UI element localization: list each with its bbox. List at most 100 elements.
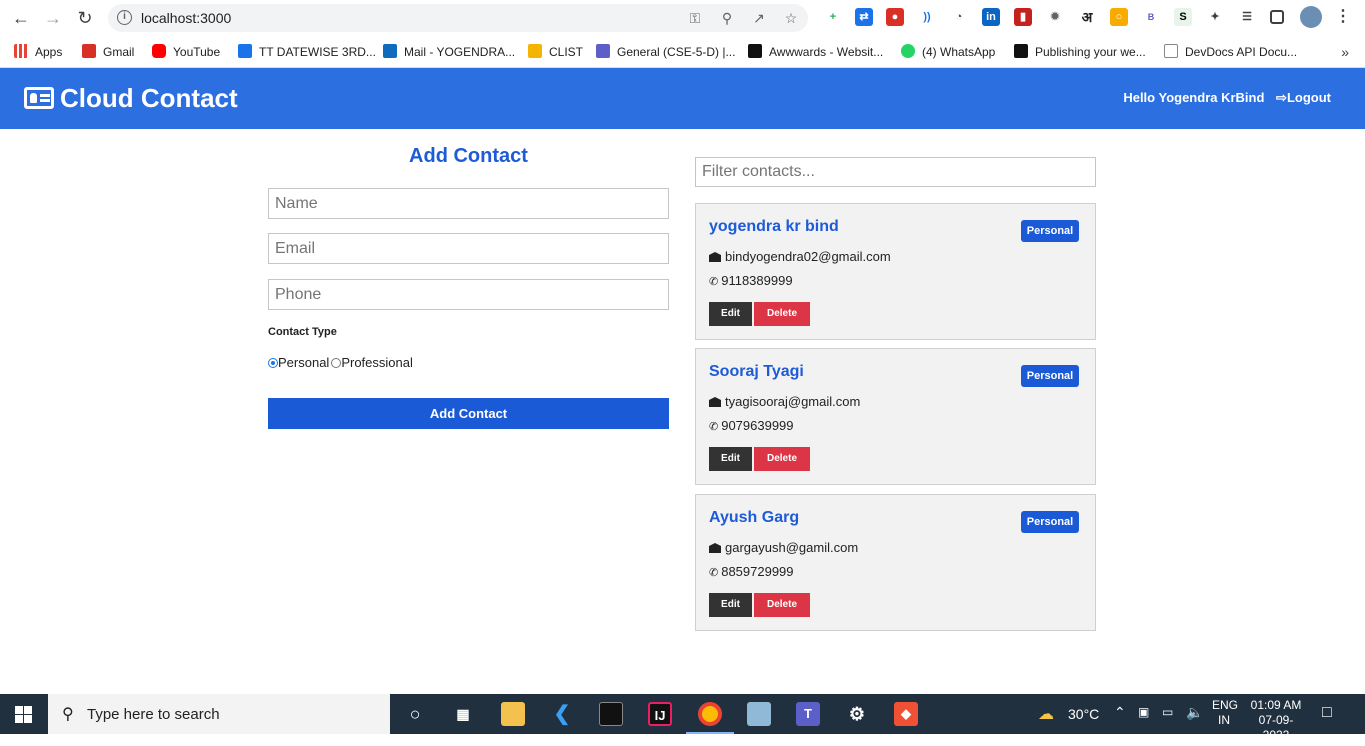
cortana-icon[interactable]: ○ xyxy=(403,702,427,726)
add-contact-button[interactable]: Add Contact xyxy=(268,398,669,429)
notepad-icon[interactable] xyxy=(747,702,771,726)
radio-professional[interactable] xyxy=(331,358,342,368)
contact-name: Ayush Garg xyxy=(709,509,800,526)
tray-chevron-icon[interactable]: ⌃ xyxy=(1114,704,1126,744)
email-input[interactable]: Email xyxy=(268,233,669,264)
envelope-icon xyxy=(709,397,721,407)
weather-icon[interactable]: ☁ xyxy=(1038,704,1054,744)
envelope-icon xyxy=(709,543,721,553)
key-icon[interactable]: ⚿ xyxy=(686,10,704,26)
extension-red-icon[interactable]: ● xyxy=(886,8,904,26)
network-icon[interactable]: ▣ xyxy=(1138,705,1149,745)
bookmark-publishing[interactable]: Publishing your we... xyxy=(1014,42,1146,62)
name-input[interactable]: Name xyxy=(268,188,669,219)
contact-type-badge: Personal xyxy=(1021,365,1079,387)
extensions-puzzle-icon[interactable]: ✦ xyxy=(1206,8,1224,26)
delete-button[interactable]: Delete xyxy=(754,302,810,326)
phone-icon: ✆ xyxy=(709,421,719,433)
intellij-icon[interactable]: IJ xyxy=(648,702,672,726)
bookmark-tt-datewise[interactable]: TT DATEWISE 3RD... xyxy=(238,42,376,62)
extension-linkedin-icon[interactable]: in xyxy=(982,8,1000,26)
filter-contacts-input[interactable]: Filter contacts... xyxy=(695,157,1096,187)
awwwards-icon xyxy=(748,44,762,58)
reload-icon[interactable]: ↻ xyxy=(75,8,95,28)
extension-plus-icon[interactable]: + xyxy=(824,8,842,26)
forward-arrow-icon[interactable]: → xyxy=(43,8,63,28)
bookmark-youtube[interactable]: YouTube xyxy=(152,42,220,62)
share-icon[interactable]: ↗ xyxy=(750,10,768,26)
taskbar-search[interactable]: ⚲ Type here to search xyxy=(48,694,390,734)
bookmarks-overflow-icon[interactable]: » xyxy=(1341,44,1349,60)
contact-type-badge: Personal xyxy=(1021,511,1079,533)
bookmark-apps[interactable]: Apps xyxy=(14,42,62,62)
side-panel-icon[interactable] xyxy=(1270,10,1284,24)
battery-icon[interactable]: ▭ xyxy=(1162,705,1173,745)
radio-personal[interactable] xyxy=(268,358,278,368)
site-info-icon[interactable]: i xyxy=(117,10,132,25)
extension-orange-icon[interactable]: ○ xyxy=(1110,8,1128,26)
task-view-icon[interactable]: ▦ xyxy=(451,702,475,726)
profile-avatar[interactable] xyxy=(1300,6,1322,28)
contact-name: yogendra kr bind xyxy=(709,218,839,235)
extension-signal-icon[interactable]: )) xyxy=(918,8,936,26)
delete-button[interactable]: Delete xyxy=(754,593,810,617)
file-explorer-icon[interactable] xyxy=(501,702,525,726)
edit-button[interactable]: Edit xyxy=(709,447,752,471)
apps-grid-icon xyxy=(14,44,28,58)
settings-gear-icon[interactable]: ⚙ xyxy=(845,702,869,726)
add-contact-title: Add Contact xyxy=(409,145,528,167)
edit-button[interactable]: Edit xyxy=(709,302,752,326)
brand-title: Cloud Contact xyxy=(60,83,238,113)
temperature[interactable]: 30°C xyxy=(1068,706,1099,746)
radio-professional-label[interactable]: Professional xyxy=(341,355,413,370)
extension-s-icon[interactable]: S xyxy=(1174,8,1192,26)
extension-b-icon[interactable]: B xyxy=(1142,8,1160,26)
bookmark-gmail[interactable]: Gmail xyxy=(82,42,134,62)
teams-taskbar-icon[interactable]: T xyxy=(796,702,820,726)
extension-hindi-icon[interactable]: अ xyxy=(1078,8,1096,26)
delete-button[interactable]: Delete xyxy=(754,447,810,471)
contact-phone: ✆ 9118389999 xyxy=(709,273,793,288)
git-icon[interactable]: ◆ xyxy=(894,702,918,726)
windows-start-icon[interactable] xyxy=(15,706,32,723)
clock[interactable]: 01:09 AM 07-09-2022 xyxy=(1246,698,1306,742)
edit-button[interactable]: Edit xyxy=(709,593,752,617)
phone-input[interactable]: Phone xyxy=(268,279,669,310)
brand[interactable]: Cloud Contact xyxy=(24,82,238,114)
radio-personal-label[interactable]: Personal xyxy=(278,355,329,370)
bookmark-general[interactable]: General (CSE-5-D) |... xyxy=(596,42,735,62)
bookmark-awwwards[interactable]: Awwwards - Websit... xyxy=(748,42,883,62)
extension-speed-icon[interactable]: ◔ xyxy=(950,8,968,26)
address-url[interactable]: localhost:3000 xyxy=(141,10,231,26)
bookmark-star-icon[interactable]: ☆ xyxy=(782,10,800,26)
language-indicator[interactable]: ENG IN xyxy=(1212,698,1238,738)
contact-email: tyagisooraj@gmail.com xyxy=(709,394,860,409)
contact-card: Sooraj Tyagi Personal tyagisooraj@gmail.… xyxy=(695,348,1096,485)
back-arrow-icon[interactable]: ← xyxy=(11,8,31,28)
extension-book-icon[interactable]: ▮ xyxy=(1014,8,1032,26)
chrome-icon[interactable] xyxy=(698,702,722,726)
contact-email: bindyogendra02@gmail.com xyxy=(709,249,891,264)
bookmark-clist[interactable]: CLIST xyxy=(528,42,583,62)
notifications-icon[interactable]: □ xyxy=(1322,704,1332,744)
bookmark-whatsapp[interactable]: (4) WhatsApp xyxy=(901,42,995,62)
user-menu: Hello Yogendra KrBind ⇨Logout xyxy=(1123,90,1331,106)
volume-icon[interactable]: 🔈 xyxy=(1186,704,1203,744)
contact-name: Sooraj Tyagi xyxy=(709,363,804,380)
outlook-icon xyxy=(383,44,397,58)
app-navbar: Cloud Contact Hello Yogendra KrBind ⇨Log… xyxy=(0,68,1365,129)
contact-type-badge: Personal xyxy=(1021,220,1079,242)
bookmark-devdocs[interactable]: DevDocs API Docu... xyxy=(1164,42,1297,62)
bookmarks-bar: Apps Gmail YouTube TT DATEWISE 3RD... Ma… xyxy=(0,36,1365,68)
extension-translate-icon[interactable]: ⇄ xyxy=(855,8,873,26)
logout-link[interactable]: ⇨Logout xyxy=(1276,90,1331,105)
address-bar[interactable]: i localhost:3000 ⚿ ⚲ ↗ ☆ xyxy=(108,4,808,32)
bookmark-mail[interactable]: Mail - YOGENDRA... xyxy=(383,42,515,62)
menu-kebab-icon[interactable]: ⋮ xyxy=(1334,8,1352,26)
gmail-icon xyxy=(82,44,96,58)
terminal-icon[interactable] xyxy=(599,702,623,726)
extension-bug-icon[interactable]: ✹ xyxy=(1046,8,1064,26)
zoom-icon[interactable]: ⚲ xyxy=(718,10,736,26)
vscode-icon[interactable]: ❮ xyxy=(550,702,574,726)
reading-list-icon[interactable]: ☰ xyxy=(1238,8,1256,26)
